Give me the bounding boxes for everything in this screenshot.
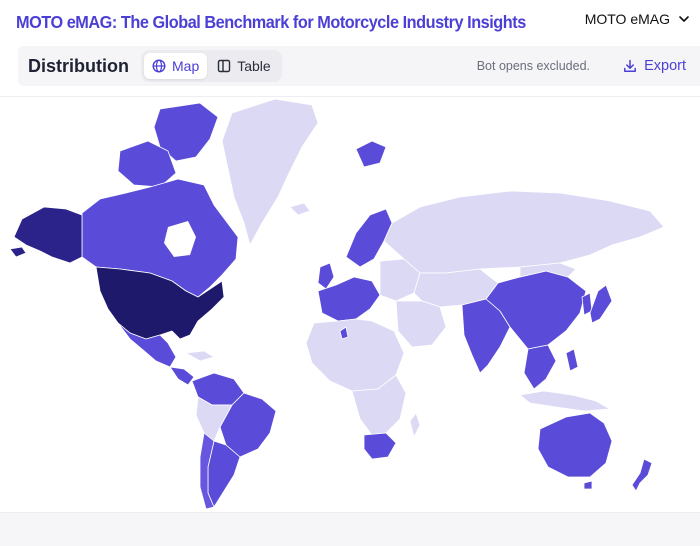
map-region-japan[interactable] xyxy=(589,284,613,324)
world-map xyxy=(0,96,700,512)
map-region-svalbard[interactable] xyxy=(355,140,387,168)
map-region-caribbean[interactable] xyxy=(185,350,215,362)
export-label: Export xyxy=(644,58,686,74)
map-region-central-america[interactable] xyxy=(169,366,195,386)
section-title: Distribution xyxy=(28,55,129,76)
top-bar: MOTO eMAG: The Global Benchmark for Moto… xyxy=(0,0,700,44)
download-icon xyxy=(624,59,637,72)
map-region-alaska[interactable] xyxy=(13,206,83,264)
map-region-iceland[interactable] xyxy=(289,202,311,216)
distribution-toolbar: Distribution Map Table Bot opens exclude… xyxy=(18,46,700,86)
world-map-svg xyxy=(9,98,665,510)
map-region-australia[interactable] xyxy=(537,412,613,478)
map-region-tasmania[interactable] xyxy=(583,480,593,490)
export-button[interactable]: Export xyxy=(623,58,686,74)
table-icon xyxy=(218,59,231,73)
map-region-middle-east[interactable] xyxy=(395,300,447,348)
view-toggle: Map Table xyxy=(141,50,282,82)
map-region-greenland[interactable] xyxy=(221,98,319,246)
account-selector[interactable]: MOTO eMAG xyxy=(585,11,690,27)
map-region-aleutians[interactable] xyxy=(9,246,27,258)
tab-table-label: Table xyxy=(237,58,271,74)
tab-table[interactable]: Table xyxy=(209,53,278,79)
bot-exclusion-note: Bot opens excluded. xyxy=(476,59,590,73)
map-region-madagascar[interactable] xyxy=(409,412,421,438)
map-region-united-kingdom[interactable] xyxy=(317,262,335,290)
globe-icon xyxy=(152,59,166,73)
footer-strip xyxy=(0,512,700,546)
map-region-new-zealand[interactable] xyxy=(631,458,653,492)
map-region-indonesia[interactable] xyxy=(519,390,611,412)
account-label: MOTO eMAG xyxy=(584,11,670,27)
map-region-southeast-asia[interactable] xyxy=(523,344,557,390)
chevron-down-icon xyxy=(679,16,689,22)
tab-map[interactable]: Map xyxy=(144,53,208,79)
map-region-russia[interactable] xyxy=(383,190,665,274)
map-region-south-africa[interactable] xyxy=(363,432,397,460)
map-region-philippines[interactable] xyxy=(565,348,579,372)
site-title: MOTO eMAG: The Global Benchmark for Moto… xyxy=(16,11,526,32)
tab-map-label: Map xyxy=(172,58,200,74)
